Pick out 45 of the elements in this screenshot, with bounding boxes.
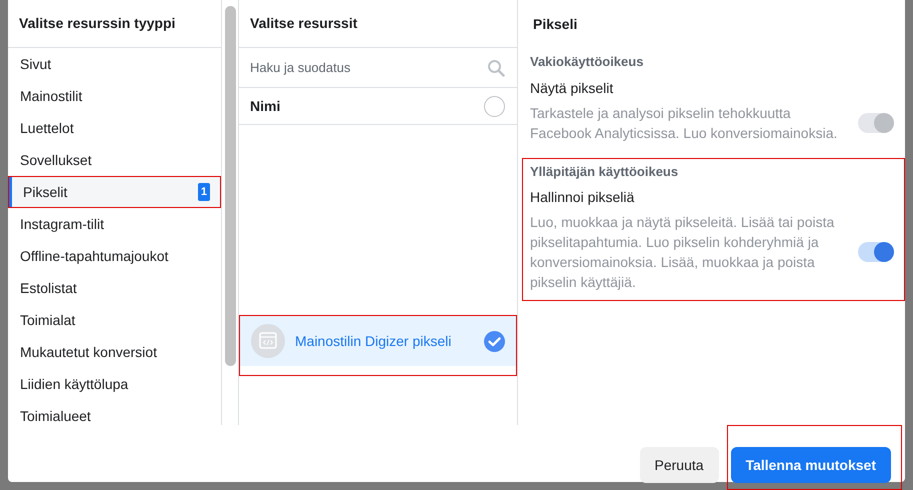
select-all-radio[interactable] xyxy=(484,96,505,116)
item-label: Estolistat xyxy=(20,278,77,298)
section-heading: Vakiokäyttöoikeus xyxy=(530,53,644,71)
panel-title: Valitse resurssin tyyppi xyxy=(8,0,221,48)
resource-type-item[interactable]: Liidien käyttölupa xyxy=(8,368,221,400)
resource-type-item[interactable]: Sivut xyxy=(8,48,221,80)
panel-title: Pikseli xyxy=(532,14,578,34)
item-label: Offline-tapahtumajoukot xyxy=(20,246,168,266)
permission-name: Hallinnoi pikseliä xyxy=(530,188,636,207)
resource-type-item[interactable]: Toimialueet xyxy=(8,400,221,432)
item-label: Mainostilit xyxy=(20,86,82,106)
resource-type-item[interactable]: Mainostilit xyxy=(8,80,221,112)
resource-type-item[interactable]: Estolistat xyxy=(8,272,221,304)
panel-title: Valitse resurssit xyxy=(239,0,517,48)
item-label: Sovellukset xyxy=(20,150,92,170)
item-label: Toimialat xyxy=(20,310,76,330)
item-label: Toimialueet xyxy=(20,406,91,426)
item-label: Instagram-tilit xyxy=(20,214,104,234)
item-label: Luettelot xyxy=(20,118,74,138)
resource-type-item[interactable]: Toimialat xyxy=(8,304,221,336)
resource-type-item[interactable]: Luettelot xyxy=(8,112,221,144)
section-heading: Ylläpitäjän käyttöoikeus xyxy=(530,162,680,181)
item-label: Liidien käyttölupa xyxy=(20,374,128,394)
resource-row[interactable]: Mainostilin Digizer pikseli xyxy=(240,316,516,366)
cancel-button[interactable]: Peruuta xyxy=(640,447,719,483)
item-label: Pikselit xyxy=(23,182,68,202)
code-window-icon xyxy=(251,324,285,358)
toggle-switch[interactable] xyxy=(858,242,894,262)
column-header: Nimi xyxy=(250,96,280,116)
search-icon xyxy=(487,58,505,76)
resource-type-item[interactable]: Offline-tapahtumajoukot xyxy=(8,240,221,272)
save-button[interactable]: Tallenna muutokset xyxy=(730,447,891,483)
permission-description: Tarkastele ja analysoi pikselin tehokkuutta Facebook Analyticsissa. Luo konversiomainoksia. xyxy=(530,104,838,142)
scrollbar-thumb[interactable] xyxy=(225,6,236,366)
count-badge: 1 xyxy=(198,182,210,202)
checkmark-icon xyxy=(484,330,505,352)
resource-type-item[interactable]: Instagram-tilit xyxy=(8,208,221,240)
permission-description: Luo, muokkaa ja näytä pikseleitä. Lisää tai poista pikselitapahtumia. Luo pikselin kohderyhmiä ja konversiomainoksia. Lisää, muokkaa ja poista pikselin käyttäjiä. xyxy=(530,213,836,292)
resource-type-item[interactable]: Pikselit 1 xyxy=(8,176,221,208)
resource-type-item[interactable]: Mukautetut konversiot xyxy=(8,336,221,368)
item-label: Mukautetut konversiot xyxy=(20,342,157,362)
permission-name: Näytä pikselit xyxy=(530,78,614,98)
resource-type-item[interactable]: Sovellukset xyxy=(8,144,221,176)
item-label: Sivut xyxy=(20,54,52,74)
resource-name: Mainostilin Digizer pikseli xyxy=(295,332,452,351)
